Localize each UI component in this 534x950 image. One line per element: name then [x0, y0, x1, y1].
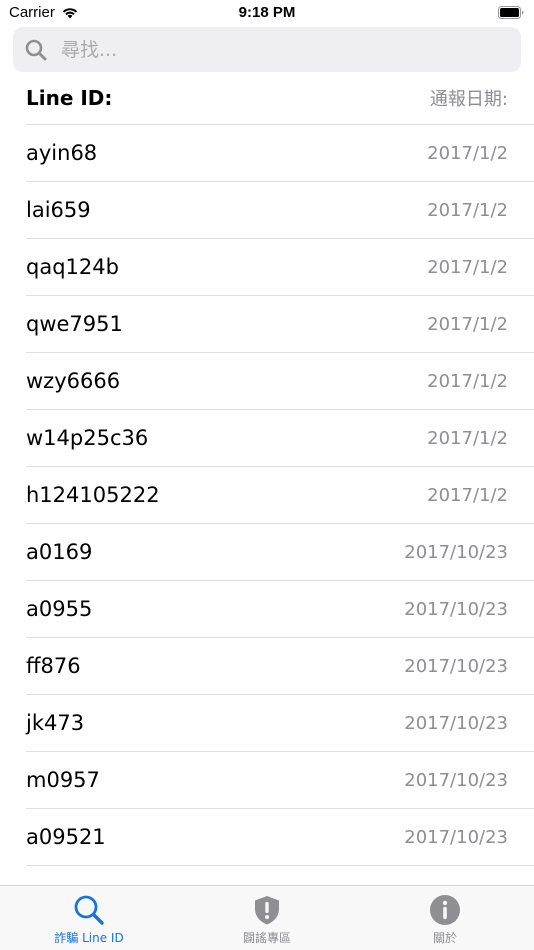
search-icon — [74, 895, 104, 925]
list-header: Line ID: 通報日期: — [26, 72, 534, 125]
line-id-value: wzy6666 — [26, 369, 121, 393]
rows-container: ayin68 2017/1/2 lai659 2017/1/2 qaq124b 2017/… — [0, 125, 534, 923]
report-date-value: 2017/1/2 — [427, 256, 508, 278]
line-id-value: a0169 — [26, 540, 93, 564]
line-id-value: lai659 — [26, 198, 91, 222]
report-date-value: 2017/10/23 — [404, 769, 508, 791]
line-id-value: jk473 — [26, 711, 85, 735]
status-bar: Carrier 9:18 PM — [0, 0, 534, 28]
list-item[interactable]: ayin68 2017/1/2 — [26, 125, 534, 182]
tab-scam-line-id[interactable]: 詐騙 Line ID — [0, 886, 178, 950]
line-id-value: w14p25c36 — [26, 426, 149, 450]
line-id-value: ayin68 — [26, 141, 98, 165]
status-time: 9:18 PM — [238, 4, 296, 21]
tab-bar: 詐騙 Line ID 闢謠專區 關於 — [0, 885, 534, 950]
list-item[interactable]: a09521 2017/10/23 — [26, 809, 534, 866]
list-item[interactable]: a0169 2017/10/23 — [26, 524, 534, 581]
tab-label: 詐騙 Line ID — [54, 931, 124, 945]
header-line-id-label: Line ID: — [26, 86, 113, 110]
list-item[interactable]: qaq124b 2017/1/2 — [26, 239, 534, 296]
report-date-value: 2017/10/23 — [404, 655, 508, 677]
report-date-value: 2017/10/23 — [404, 598, 508, 620]
line-id-value: qwe7951 — [26, 312, 123, 336]
report-date-value: 2017/1/2 — [427, 313, 508, 335]
list-item[interactable]: m0957 2017/10/23 — [26, 752, 534, 809]
line-id-value: qaq124b — [26, 255, 119, 279]
report-date-value: 2017/1/2 — [427, 427, 508, 449]
battery-icon — [498, 6, 524, 19]
tab-label: 關於 — [432, 931, 457, 945]
report-date-value: 2017/1/2 — [427, 370, 508, 392]
report-date-value: 2017/1/2 — [427, 142, 508, 164]
report-date-value: 2017/1/2 — [427, 199, 508, 221]
tab-label: 闢謠專區 — [242, 931, 291, 945]
search-icon — [25, 39, 47, 60]
search-input[interactable] — [61, 38, 481, 61]
line-id-value: a0955 — [26, 597, 93, 621]
report-date-value: 2017/10/23 — [404, 712, 508, 734]
tab-about[interactable]: 關於 — [356, 886, 534, 950]
report-date-value: 2017/10/23 — [404, 826, 508, 848]
line-id-value: ff876 — [26, 654, 81, 678]
tab-rumor-debunk[interactable]: 闢謠專區 — [178, 886, 356, 950]
info-icon — [430, 895, 460, 925]
list-item[interactable]: a0955 2017/10/23 — [26, 581, 534, 638]
list-item[interactable]: jk473 2017/10/23 — [26, 695, 534, 752]
list-item[interactable]: h124105222 2017/1/2 — [26, 467, 534, 524]
list-item[interactable]: qwe7951 2017/1/2 — [26, 296, 534, 353]
line-id-value: m0957 — [26, 768, 100, 792]
list-item[interactable]: lai659 2017/1/2 — [26, 182, 534, 239]
shield-alert-icon — [255, 896, 279, 925]
line-id-value: a09521 — [26, 825, 106, 849]
search-bar[interactable] — [13, 27, 521, 72]
list-item[interactable]: wzy6666 2017/1/2 — [26, 353, 534, 410]
header-date-label: 通報日期: — [429, 89, 508, 110]
report-date-value: 2017/1/2 — [427, 484, 508, 506]
list-item[interactable]: w14p25c36 2017/1/2 — [26, 410, 534, 467]
line-id-list: Line ID: 通報日期: ayin68 2017/1/2 lai659 2017/… — [0, 72, 534, 923]
report-date-value: 2017/10/23 — [404, 541, 508, 563]
line-id-value: h124105222 — [26, 483, 160, 507]
list-item[interactable]: ff876 2017/10/23 — [26, 638, 534, 695]
